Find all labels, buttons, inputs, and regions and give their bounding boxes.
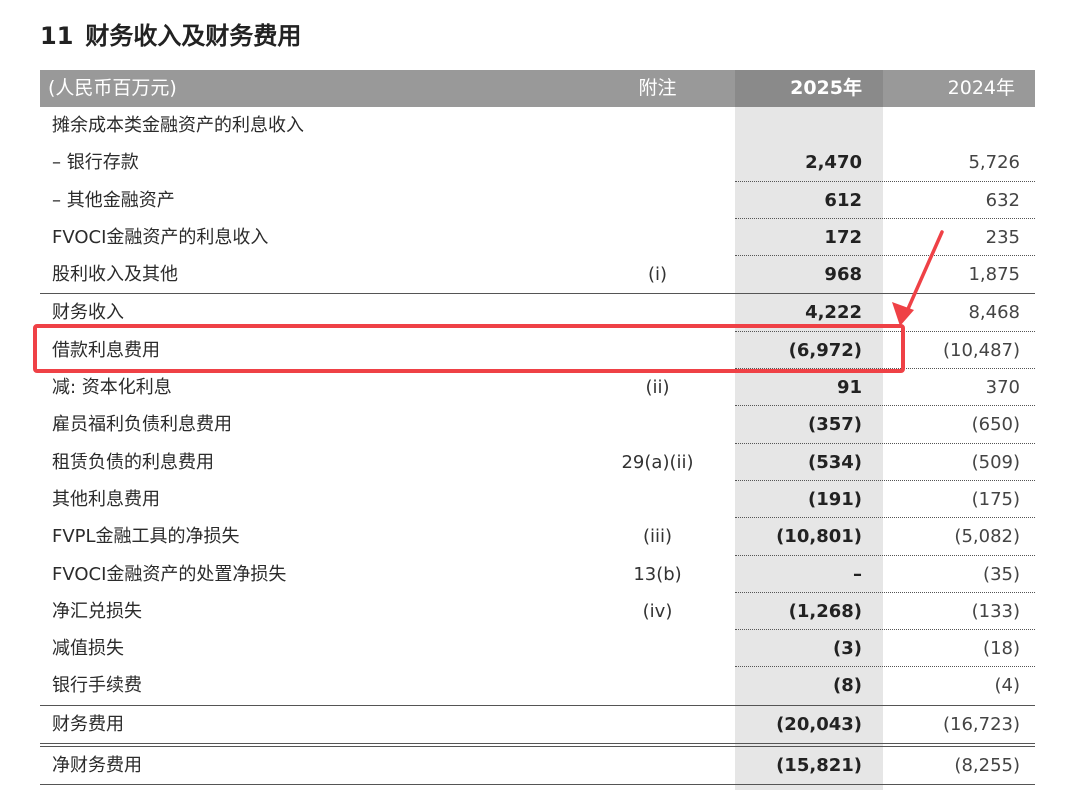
annotation-arrow-icon: [892, 230, 944, 326]
